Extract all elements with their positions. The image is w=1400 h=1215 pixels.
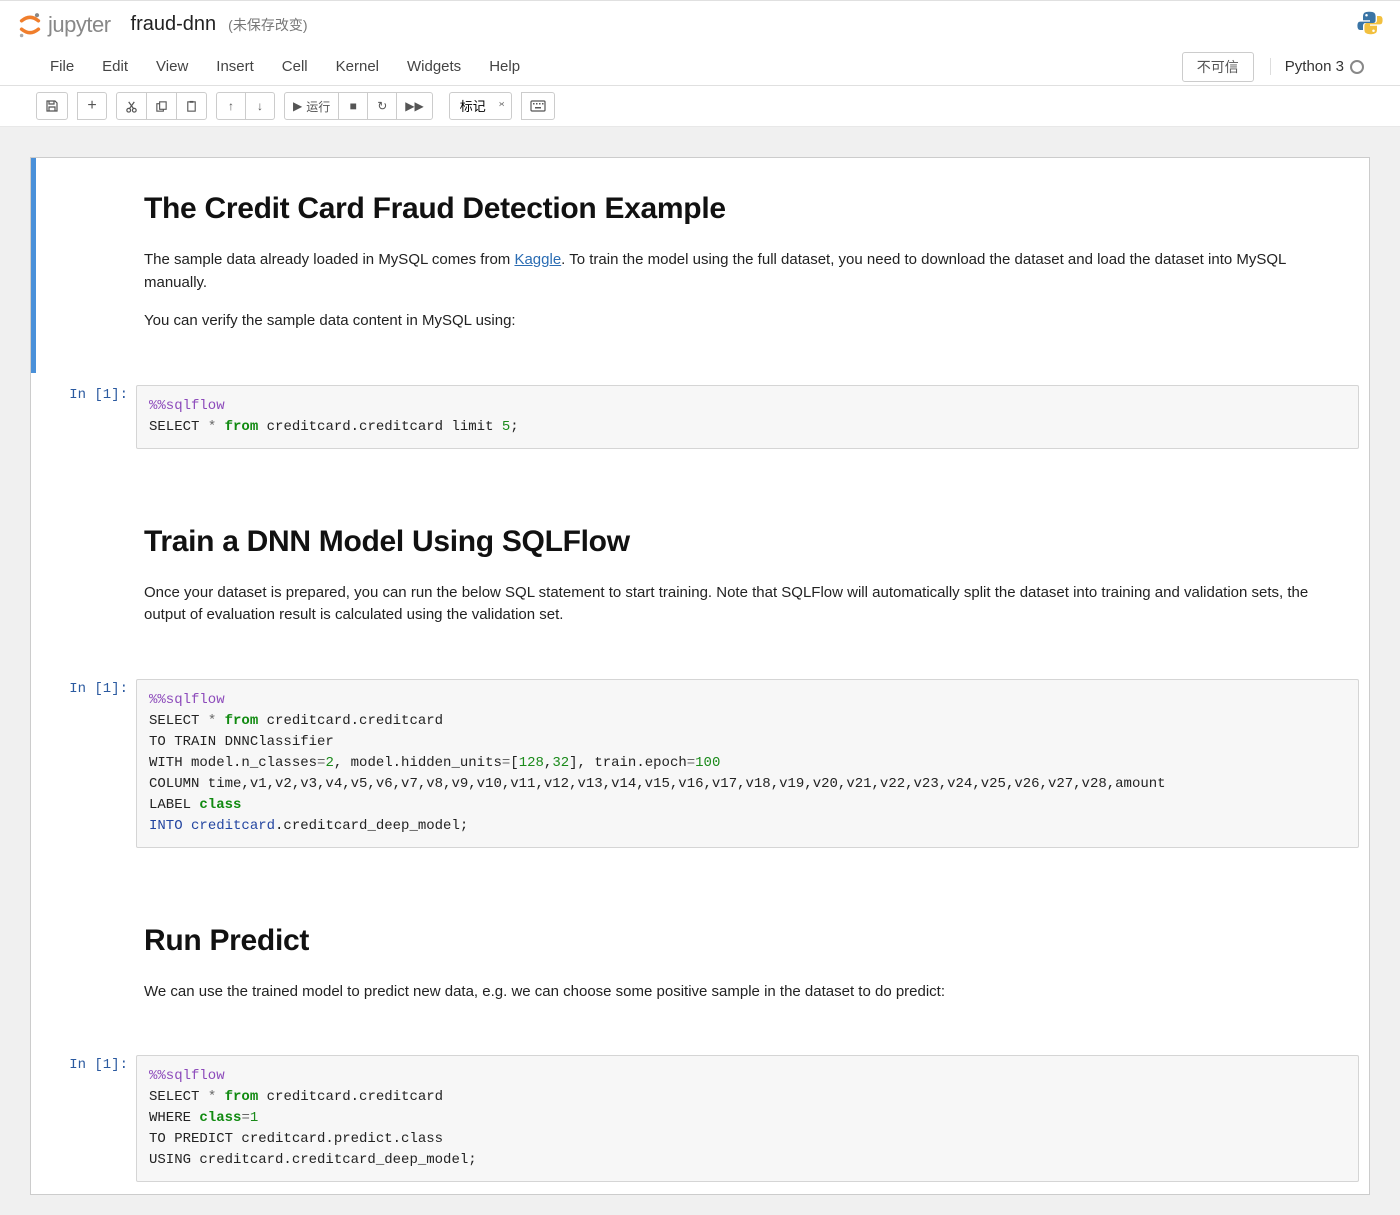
save-button[interactable] (36, 92, 68, 120)
prompt: In [1]: (36, 675, 136, 852)
interrupt-button[interactable]: ■ (338, 92, 368, 120)
notebook-name[interactable]: fraud-dnn (131, 13, 217, 36)
paragraph: We can use the trained model to predict … (144, 981, 1339, 1004)
jupyter-icon (16, 11, 44, 39)
save-icon (45, 99, 59, 113)
code-content: %%sqlflow SELECT * from creditcard.credi… (136, 1051, 1369, 1186)
menu-edit[interactable]: Edit (88, 50, 142, 83)
markdown-content: The Credit Card Fraud Detection Example … (136, 166, 1369, 365)
notebook-area: The Credit Card Fraud Detection Example … (0, 127, 1400, 1215)
kernel-indicator: Python 3 (1270, 58, 1364, 75)
prompt: In [1]: (36, 381, 136, 453)
notebook-header: jupyter fraud-dnn (未保存改变) (0, 0, 1400, 48)
keyboard-icon (530, 100, 546, 112)
heading: The Credit Card Fraud Detection Example (144, 186, 1339, 231)
paragraph: You can verify the sample data content i… (144, 310, 1339, 333)
notebook: The Credit Card Fraud Detection Example … (30, 157, 1370, 1195)
menu-cell[interactable]: Cell (268, 50, 322, 83)
arrow-up-icon: ↑ (228, 99, 234, 113)
cell-type-select[interactable]: 标记 (449, 92, 512, 120)
command-palette-button[interactable] (521, 92, 555, 120)
code-input[interactable]: %%sqlflow SELECT * from creditcard.credi… (136, 679, 1359, 848)
copy-button[interactable] (146, 92, 177, 120)
arrow-down-icon: ↓ (257, 99, 263, 113)
cell-type-wrap: 标记 (443, 92, 512, 120)
run-label: 运行 (306, 98, 330, 115)
kernel-status-icon[interactable] (1350, 60, 1364, 74)
menu-widgets[interactable]: Widgets (393, 50, 475, 83)
paragraph: Once your dataset is prepared, you can r… (144, 582, 1339, 627)
kernel-name: Python 3 (1285, 58, 1344, 75)
menu-kernel[interactable]: Kernel (322, 50, 393, 83)
heading: Train a DNN Model Using SQLFlow (144, 519, 1339, 564)
command-group (522, 92, 555, 120)
markdown-content: Run Predict We can use the trained model… (136, 918, 1369, 1036)
prompt (36, 519, 136, 659)
menubar-right: 不可信 Python 3 (1182, 52, 1364, 82)
fast-forward-icon: ▶▶ (405, 99, 423, 113)
paragraph: The sample data already loaded in MySQL … (144, 249, 1339, 294)
menu-view[interactable]: View (142, 50, 202, 83)
cut-button[interactable] (116, 92, 147, 120)
markdown-cell[interactable]: Run Predict We can use the trained model… (31, 910, 1369, 1044)
restart-button[interactable]: ↻ (367, 92, 397, 120)
menubar: File Edit View Insert Cell Kernel Widget… (0, 48, 1400, 86)
cell-edit-group: + (78, 92, 107, 120)
trust-button[interactable]: 不可信 (1182, 52, 1254, 82)
markdown-content: Train a DNN Model Using SQLFlow Once you… (136, 519, 1369, 659)
refresh-icon: ↻ (377, 99, 387, 113)
kaggle-link[interactable]: Kaggle (514, 251, 561, 268)
header-right (1356, 9, 1384, 40)
code-content: %%sqlflow SELECT * from creditcard.credi… (136, 675, 1369, 852)
move-up-button[interactable]: ↑ (216, 92, 246, 120)
move-down-button[interactable]: ↓ (245, 92, 275, 120)
save-status: (未保存改变) (228, 15, 307, 35)
menu-insert[interactable]: Insert (202, 50, 268, 83)
toolbar: + ↑ ↓ ▶ 运行 ■ ↻ ▶▶ 标记 (0, 86, 1400, 127)
menu-file[interactable]: File (36, 50, 88, 83)
code-content: %%sqlflow SELECT * from creditcard.credi… (136, 381, 1369, 453)
code-input[interactable]: %%sqlflow SELECT * from creditcard.credi… (136, 385, 1359, 449)
code-cell[interactable]: In [1]: %%sqlflow SELECT * from creditca… (31, 1043, 1369, 1194)
clipboard-group (117, 92, 207, 120)
heading: Run Predict (144, 918, 1339, 963)
paste-icon (185, 100, 198, 113)
copy-icon (155, 100, 168, 113)
logo-text: jupyter (48, 12, 111, 38)
jupyter-logo[interactable]: jupyter (16, 11, 127, 39)
restart-run-all-button[interactable]: ▶▶ (396, 92, 432, 120)
run-group: ▶ 运行 ■ ↻ ▶▶ (285, 92, 433, 120)
paste-button[interactable] (176, 92, 207, 120)
plus-icon: + (87, 97, 96, 115)
code-cell[interactable]: In [1]: %%sqlflow SELECT * from creditca… (31, 373, 1369, 461)
python-icon (1356, 9, 1384, 37)
markdown-cell[interactable]: Train a DNN Model Using SQLFlow Once you… (31, 511, 1369, 667)
run-button[interactable]: ▶ 运行 (284, 92, 339, 120)
cut-icon (125, 100, 138, 113)
stop-icon: ■ (350, 99, 357, 113)
prompt: In [1]: (36, 1051, 136, 1186)
move-group: ↑ ↓ (217, 92, 275, 120)
markdown-cell[interactable]: The Credit Card Fraud Detection Example … (31, 158, 1369, 373)
menu-help[interactable]: Help (475, 50, 534, 83)
prompt (36, 918, 136, 1036)
run-icon: ▶ (293, 99, 302, 113)
code-input[interactable]: %%sqlflow SELECT * from creditcard.credi… (136, 1055, 1359, 1182)
add-cell-button[interactable]: + (77, 92, 107, 120)
code-cell[interactable]: In [1]: %%sqlflow SELECT * from creditca… (31, 667, 1369, 860)
prompt (36, 166, 136, 365)
